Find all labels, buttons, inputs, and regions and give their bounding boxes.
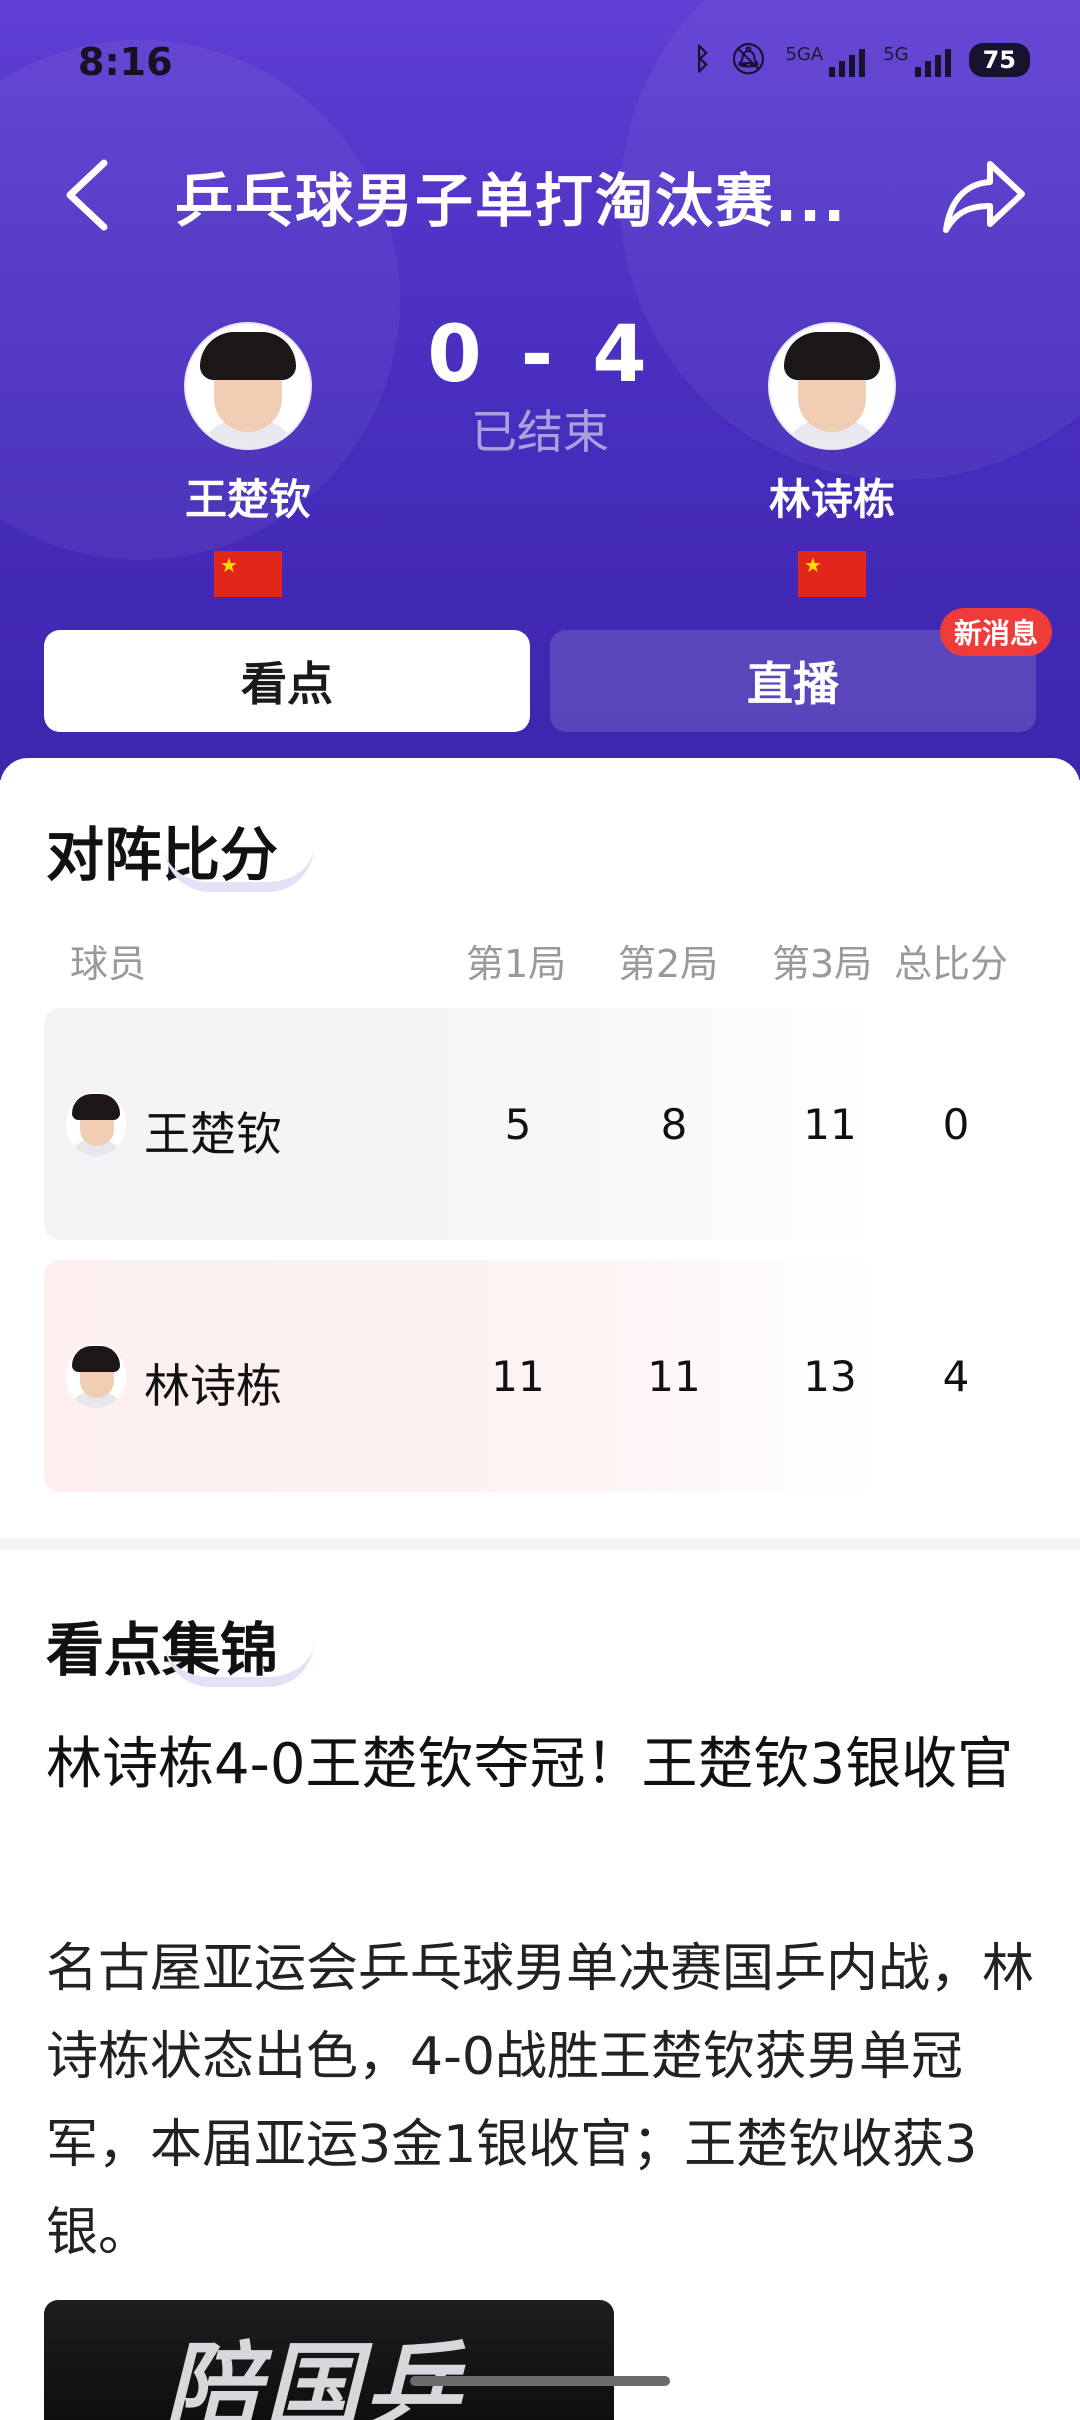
battery-icon: 75 xyxy=(968,42,1030,77)
bluetooth-icon: ᛒ xyxy=(693,42,712,77)
tab-highlights[interactable]: 看点 xyxy=(44,630,530,732)
game1-score: 11 xyxy=(491,1352,545,1401)
player-away[interactable]: 林诗栋 ★ xyxy=(732,322,932,597)
avatar xyxy=(66,1344,126,1408)
header-player: 球员 xyxy=(70,942,147,986)
thumbnail-text: 陪国乒 xyxy=(164,2332,464,2420)
avatar xyxy=(184,322,312,450)
match-status: 已结束 xyxy=(471,405,609,459)
score-display: 0 - 4 已结束 xyxy=(390,310,690,462)
total-score: 4 xyxy=(942,1352,970,1401)
signal-icon: 5G xyxy=(883,43,951,77)
row-player-name: 王楚钦 xyxy=(144,1107,282,1161)
china-flag-icon: ★ xyxy=(798,551,866,597)
section-title: 看点集锦 xyxy=(46,1603,314,1687)
player-name: 林诗栋 xyxy=(768,475,895,524)
video-thumbnail[interactable]: 陪国乒 xyxy=(44,2300,614,2420)
back-button[interactable] xyxy=(52,159,122,231)
table-row[interactable]: 林诗栋 11 11 13 4 xyxy=(44,1260,969,1492)
news-summary: 名古屋亚运会乒乓球男单决赛国乒内战，林诗栋状态出色，4-0战胜王楚钦获男单冠军，… xyxy=(46,1939,1035,2263)
match-score: 0 - 4 xyxy=(427,310,653,400)
status-icons: ᛒ 🔕︎ 5GA 5G 75 xyxy=(693,42,1030,77)
news-headline[interactable]: 林诗栋4-0王楚钦夺冠！王楚钦3银收官 xyxy=(46,1725,1036,1805)
avatar xyxy=(66,1092,126,1156)
new-message-badge: 新消息 xyxy=(939,608,1052,656)
header-game2: 第2局 xyxy=(618,942,719,986)
share-icon xyxy=(943,161,1025,233)
table-header: 球员 第1局 第2局 第3局 总比分 xyxy=(0,933,1080,993)
nav-bar: 乒乓球男子单打淘汰赛... xyxy=(0,130,1080,260)
game2-score: 8 xyxy=(660,1100,688,1149)
game1-score: 5 xyxy=(504,1100,532,1149)
status-bar: 8:16 ᛒ 🔕︎ 5GA 5G 75 xyxy=(0,0,1080,120)
header-total: 总比分 xyxy=(894,942,1009,986)
tab-label: 直播 xyxy=(747,657,839,711)
signal-icon: 5GA xyxy=(785,43,866,77)
tab-live[interactable]: 直播 新消息 xyxy=(550,608,1052,732)
game2-score: 11 xyxy=(647,1352,701,1401)
network-label: 5G xyxy=(883,43,909,65)
total-score: 0 xyxy=(942,1100,970,1149)
title-decoration xyxy=(164,846,314,892)
divider xyxy=(0,1538,1080,1550)
row-player-name: 林诗栋 xyxy=(144,1359,282,1413)
game3-score: 11 xyxy=(803,1100,857,1149)
share-button[interactable] xyxy=(942,156,1028,236)
table-row[interactable]: 王楚钦 5 8 11 0 xyxy=(44,1008,969,1240)
tab-bar: 看点 直播 新消息 xyxy=(44,608,1052,732)
player-home[interactable]: 王楚钦 ★ xyxy=(148,322,348,597)
page-title: 乒乓球男子单打淘汰赛... xyxy=(175,167,848,235)
title-decoration xyxy=(164,1641,314,1687)
header-game3: 第3局 xyxy=(772,942,873,986)
match-header: 8:16 ᛒ 🔕︎ 5GA 5G 75 乒乓球男子单打淘汰赛... 王楚钦 ★ … xyxy=(0,0,1080,780)
mute-bell-icon: 🔕︎ xyxy=(729,42,768,77)
game3-score: 13 xyxy=(803,1352,857,1401)
chevron-left-icon xyxy=(66,159,108,231)
home-indicator[interactable] xyxy=(410,2376,670,2386)
avatar xyxy=(768,322,896,450)
player-name: 王楚钦 xyxy=(184,475,311,524)
section-title: 对阵比分 xyxy=(46,808,314,892)
status-time: 8:16 xyxy=(78,40,173,84)
network-label: 5GA xyxy=(785,43,824,65)
header-game1: 第1局 xyxy=(466,942,567,986)
china-flag-icon: ★ xyxy=(214,551,282,597)
